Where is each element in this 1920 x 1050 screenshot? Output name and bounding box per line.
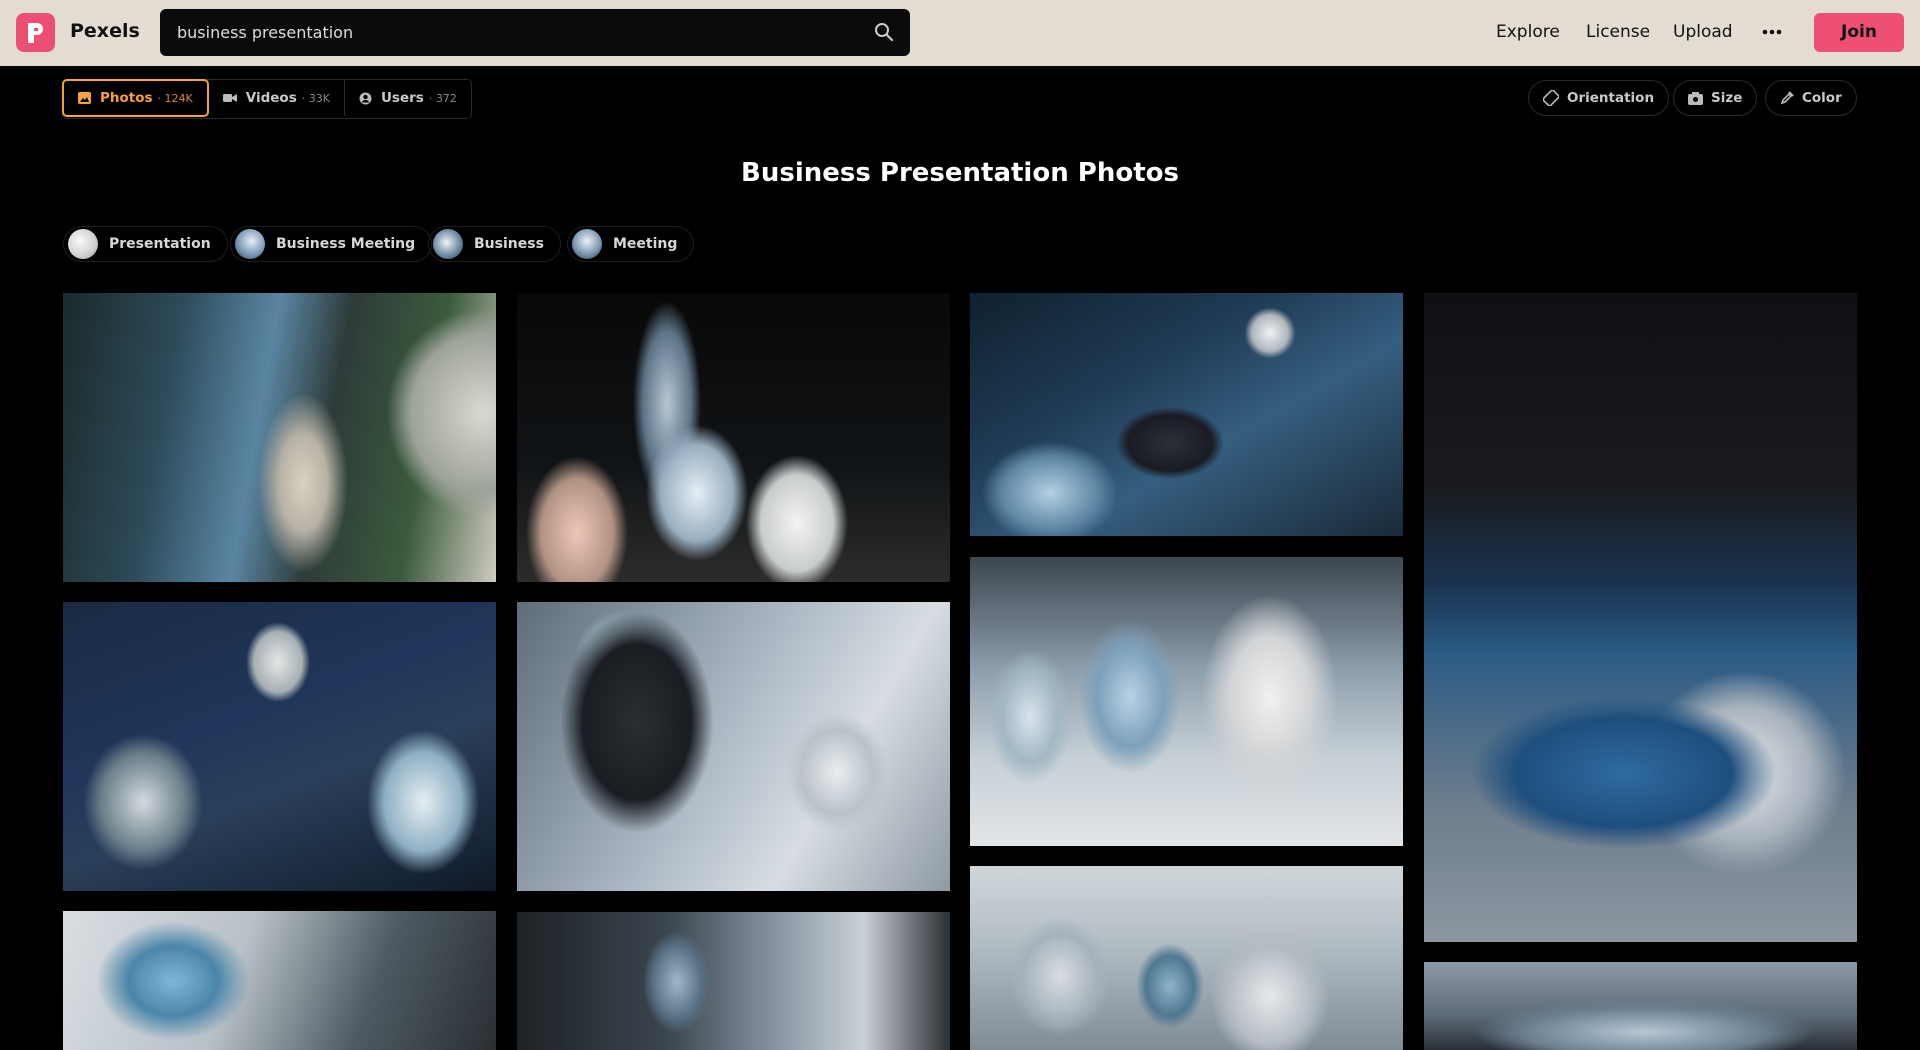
search-input[interactable]: business presentation (177, 23, 353, 42)
tab-count: 372 (435, 91, 457, 105)
photo-card[interactable] (63, 293, 496, 582)
chip-thumbnail (235, 229, 265, 259)
media-type-tabs: Photos · 124K Videos · 33K Users · 372 (62, 79, 472, 119)
nav-license[interactable]: License (1586, 22, 1650, 42)
filter-label: Orientation (1567, 90, 1655, 106)
tab-photos[interactable]: Photos · 124K (62, 79, 209, 117)
color-filter[interactable]: Color (1765, 80, 1857, 116)
page-title: Business Presentation Photos (741, 158, 1179, 188)
photo-card[interactable] (63, 602, 496, 891)
search-bar[interactable]: business presentation (160, 9, 910, 56)
tab-label: Videos (245, 90, 297, 106)
related-chip-presentation[interactable]: Presentation (63, 226, 228, 262)
related-chip-business[interactable]: Business (428, 226, 561, 262)
filter-label: Size (1711, 90, 1743, 106)
chip-label: Business Meeting (276, 236, 416, 252)
photo-card[interactable] (517, 293, 950, 582)
tab-label: Users (380, 90, 424, 106)
chip-label: Business (474, 236, 544, 252)
photo-card[interactable] (517, 602, 950, 891)
photo-icon (78, 92, 91, 104)
size-icon (1688, 91, 1703, 105)
orientation-icon (1543, 90, 1559, 106)
search-icon[interactable] (874, 22, 894, 42)
filter-label: Color (1802, 90, 1842, 106)
photo-card[interactable] (1424, 962, 1857, 1050)
nav-upload[interactable]: Upload (1673, 22, 1733, 42)
photo-card[interactable] (970, 866, 1403, 1050)
tab-label: Photos (100, 90, 153, 106)
photo-card[interactable] (1424, 293, 1857, 942)
brand-name[interactable]: Pexels (70, 20, 140, 42)
chip-label: Presentation (109, 236, 211, 252)
pexels-logo[interactable] (16, 13, 55, 52)
photo-card[interactable] (970, 557, 1403, 846)
video-icon (222, 94, 237, 102)
tab-count: 124K (164, 91, 193, 105)
top-bar: Pexels business presentation Explore Lic… (0, 0, 1920, 66)
chip-thumbnail (572, 229, 602, 259)
related-chip-meeting[interactable]: Meeting (567, 226, 695, 262)
chip-thumbnail (68, 229, 98, 259)
tab-count: 33K (308, 91, 330, 105)
photo-card[interactable] (517, 912, 950, 1050)
eyedropper-icon (1780, 91, 1794, 105)
photo-card[interactable] (970, 293, 1403, 536)
chip-thumbnail (433, 229, 463, 259)
nav-explore[interactable]: Explore (1496, 22, 1560, 42)
orientation-filter[interactable]: Orientation (1528, 80, 1670, 116)
more-icon[interactable] (1762, 22, 1782, 42)
chip-label: Meeting (613, 236, 678, 252)
related-chip-business-meeting[interactable]: Business Meeting (230, 226, 433, 262)
size-filter[interactable]: Size (1673, 80, 1758, 116)
tab-users[interactable]: Users · 372 (345, 80, 471, 116)
tab-videos[interactable]: Videos · 33K (209, 80, 345, 116)
join-button[interactable]: Join (1814, 13, 1904, 52)
user-icon (359, 92, 372, 104)
photo-card[interactable] (63, 911, 496, 1050)
